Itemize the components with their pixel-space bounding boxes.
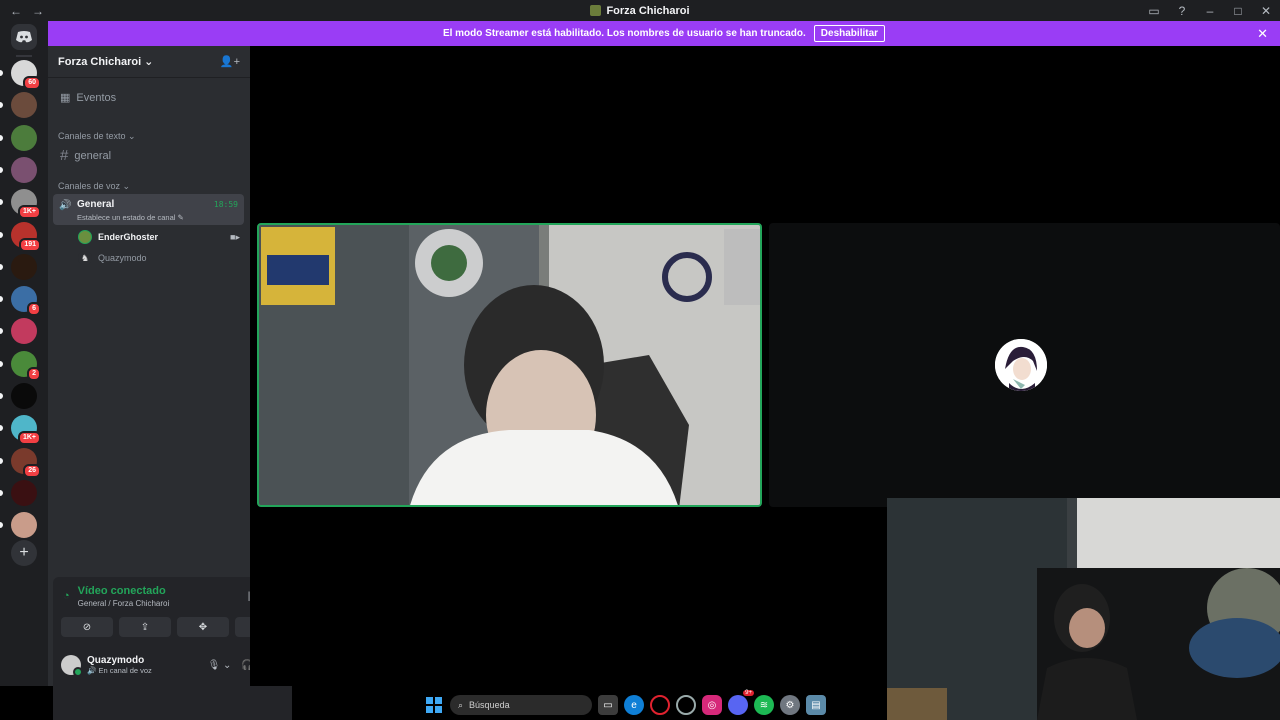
server-icon bbox=[590, 5, 602, 16]
discord-home-icon[interactable] bbox=[11, 24, 37, 50]
close-window-icon[interactable]: ✕ bbox=[1252, 4, 1280, 18]
unread-pill bbox=[0, 360, 3, 367]
mention-badge: 6 bbox=[27, 302, 41, 317]
opera-gx-icon[interactable] bbox=[650, 695, 670, 715]
events-item[interactable]: ▦ Eventos bbox=[60, 91, 116, 105]
add-server-icon[interactable]: + bbox=[11, 540, 37, 566]
title-bar: ← → Forza Chicharoi ▭ ? – □ ✕ bbox=[0, 0, 1280, 21]
search-icon: ⌕ bbox=[458, 699, 464, 710]
server-icon[interactable]: 60 bbox=[0, 60, 41, 90]
help-icon[interactable]: ? bbox=[1168, 4, 1196, 18]
unread-pill bbox=[0, 70, 3, 76]
server-icon[interactable]: 191 bbox=[0, 221, 41, 252]
camera-icon: ■▸ bbox=[230, 232, 240, 242]
toggle-camera-button[interactable]: ⊘ bbox=[61, 617, 113, 637]
unread-pill bbox=[0, 199, 3, 206]
windows-taskbar: ⌕ Búsqueda ▭ e ◎ 9+ ≋ ⚙ ▤ bbox=[400, 690, 880, 720]
microphone-icon[interactable]: 🎙 ⌄ bbox=[208, 660, 232, 671]
voice-user[interactable]: ♞ Quazymodo bbox=[78, 251, 147, 265]
unread-pill bbox=[0, 457, 3, 464]
taskbar-search[interactable]: ⌕ Búsqueda bbox=[450, 695, 592, 715]
mention-badge: 26 bbox=[23, 463, 41, 478]
discord-taskbar-icon[interactable]: 9+ bbox=[728, 690, 754, 715]
settings-app-icon[interactable]: ⚙ bbox=[780, 695, 800, 715]
unread-pill bbox=[0, 231, 3, 238]
server-icon[interactable] bbox=[0, 383, 37, 409]
server-rail: 60 1K+ 191 6 2 1K+ 26 + bbox=[0, 21, 48, 686]
webcam-feed bbox=[259, 225, 760, 505]
text-channels-category[interactable]: Canales de texto ⌄ bbox=[58, 131, 136, 142]
task-view-icon[interactable]: ▭ bbox=[598, 695, 618, 715]
server-icon[interactable] bbox=[0, 253, 37, 280]
voice-channels-category[interactable]: Canales de voz ⌄ bbox=[58, 181, 130, 192]
inbox-icon[interactable]: ▭ bbox=[1140, 4, 1168, 18]
server-icon[interactable]: 1K+ bbox=[0, 415, 41, 446]
channel-general[interactable]: # general bbox=[60, 147, 111, 164]
server-icon[interactable] bbox=[0, 124, 37, 151]
unread-pill bbox=[0, 296, 3, 303]
unread-pill bbox=[0, 102, 3, 109]
windows-start-icon[interactable] bbox=[424, 695, 444, 715]
unread-pill bbox=[0, 328, 3, 335]
signal-icon[interactable]: ◔ bbox=[63, 590, 70, 602]
unread-pill bbox=[0, 263, 3, 270]
server-icon[interactable]: 1K+ bbox=[0, 189, 41, 220]
video-tile-enderghoster[interactable] bbox=[257, 223, 762, 507]
avatar bbox=[78, 230, 92, 244]
unread-pill bbox=[0, 134, 3, 141]
streamer-mode-banner: El modo Streamer está habilitado. Los no… bbox=[48, 21, 1280, 46]
forward-arrow-icon[interactable]: → bbox=[32, 4, 44, 18]
mention-badge: 1K+ bbox=[17, 205, 41, 220]
minimize-icon[interactable]: – bbox=[1196, 4, 1224, 18]
server-name: Forza Chicharoi ⌄ bbox=[58, 56, 154, 68]
spotify-icon[interactable]: ≋ bbox=[754, 695, 774, 715]
notepad-icon[interactable]: ▤ bbox=[806, 695, 826, 715]
server-icon[interactable] bbox=[0, 156, 37, 183]
speaker-icon: 🔊 bbox=[59, 200, 72, 211]
server-icon[interactable] bbox=[0, 512, 37, 539]
close-banner-icon[interactable]: ✕ bbox=[1257, 26, 1268, 42]
window-title: Forza Chicharoi bbox=[0, 5, 1280, 17]
self-camera-feed bbox=[887, 498, 1280, 720]
server-icon[interactable]: 2 bbox=[0, 350, 41, 381]
share-screen-button[interactable]: ⇪ bbox=[119, 617, 171, 637]
unread-pill bbox=[0, 489, 3, 496]
unread-pill bbox=[0, 425, 3, 432]
channel-status[interactable]: Establece un estado de canal ✎ bbox=[77, 213, 184, 222]
server-icon[interactable] bbox=[0, 479, 37, 506]
server-header[interactable]: Forza Chicharoi ⌄ 👤+ bbox=[48, 46, 250, 78]
invite-people-icon[interactable]: 👤+ bbox=[220, 55, 240, 68]
hash-icon: # bbox=[60, 147, 69, 164]
unread-pill bbox=[0, 522, 3, 529]
unread-pill bbox=[0, 166, 3, 173]
activities-button[interactable]: ✥ bbox=[177, 617, 229, 637]
unread-pill bbox=[0, 393, 3, 399]
voice-user[interactable]: EnderGhoster bbox=[78, 230, 158, 244]
channel-sidebar: Forza Chicharoi ⌄ 👤+ ▦ Eventos Canales d… bbox=[48, 46, 292, 720]
avatar: ♞ bbox=[78, 251, 92, 265]
server-icon[interactable]: 26 bbox=[0, 447, 41, 478]
avatar bbox=[995, 339, 1047, 391]
voice-channel-general[interactable]: 🔊 General Establece un estado de canal ✎… bbox=[53, 194, 244, 225]
calendar-icon: ▦ bbox=[60, 92, 71, 104]
back-arrow-icon[interactable]: ← bbox=[10, 4, 22, 18]
server-icon[interactable]: 6 bbox=[0, 286, 41, 317]
app-icon[interactable] bbox=[676, 695, 696, 715]
server-icon[interactable] bbox=[0, 92, 37, 119]
video-tile-quazymodo[interactable] bbox=[769, 223, 1280, 507]
disable-streamer-button[interactable]: Deshabilitar bbox=[813, 25, 886, 42]
mention-badge: 60 bbox=[23, 76, 41, 90]
maximize-icon[interactable]: □ bbox=[1224, 4, 1252, 18]
banner-message: El modo Streamer está habilitado. Los no… bbox=[442, 28, 806, 39]
voice-timer: 18:59 bbox=[213, 200, 238, 209]
avatar[interactable] bbox=[61, 655, 83, 677]
server-icon[interactable] bbox=[0, 318, 37, 345]
instagram-icon[interactable]: ◎ bbox=[702, 695, 722, 715]
rail-separator bbox=[16, 55, 32, 57]
mention-badge: 2 bbox=[27, 366, 41, 381]
mention-badge: 1K+ bbox=[17, 431, 41, 446]
self-camera-preview bbox=[887, 498, 1280, 720]
mention-badge: 191 bbox=[19, 237, 41, 252]
edge-browser-icon[interactable]: e bbox=[624, 695, 644, 715]
